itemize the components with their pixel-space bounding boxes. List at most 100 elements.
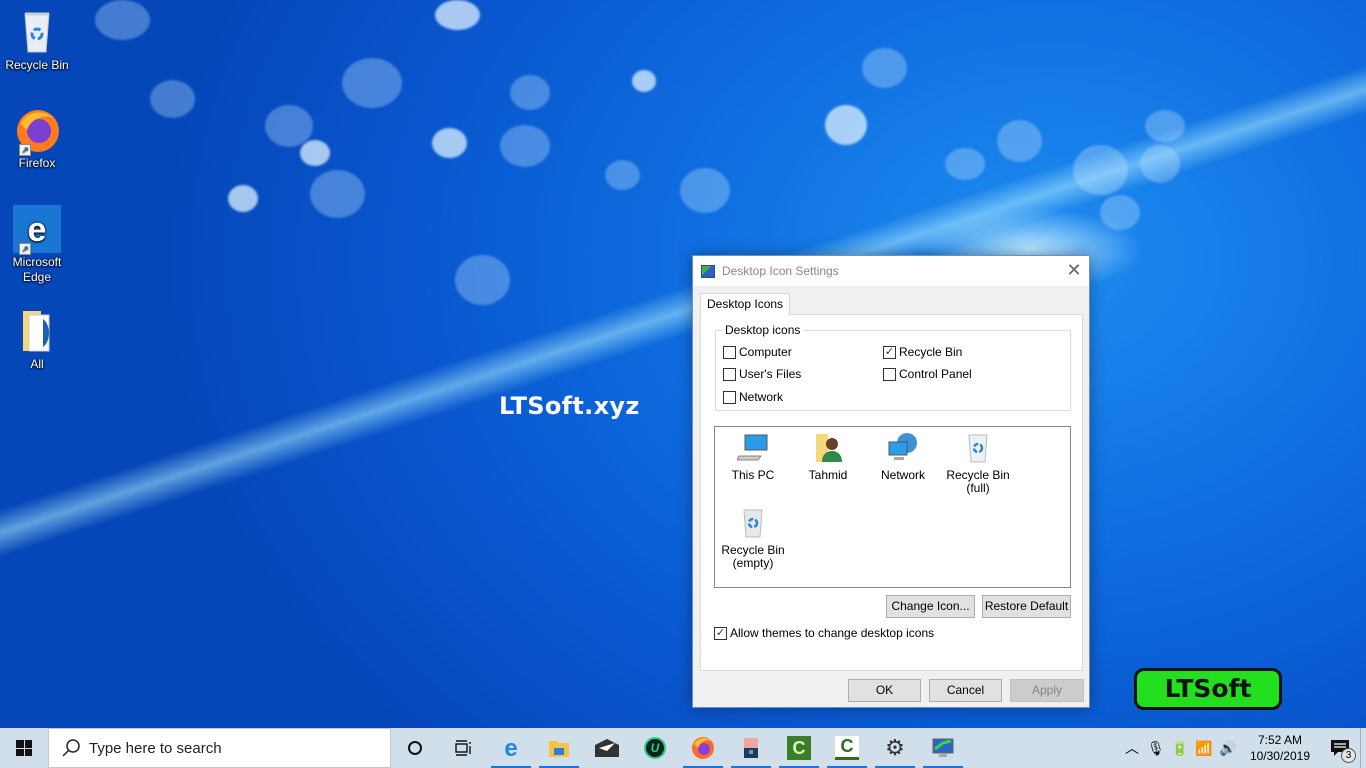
clock[interactable]: 7:52 AM 10/30/2019	[1240, 732, 1320, 764]
group-label: Desktop icons	[722, 323, 804, 337]
camtasia-editor-icon: C	[835, 736, 859, 760]
wallpaper-bokeh	[605, 160, 640, 190]
taskbar: Type here to search e U C C ⚙ ︿ 🎙 🔋 📶 🔊	[0, 728, 1366, 768]
cortana-button[interactable]	[391, 728, 439, 768]
taskbar-uninstaller[interactable]: U	[631, 728, 679, 768]
uninstaller-icon: U	[644, 737, 666, 759]
task-view-icon	[455, 740, 471, 756]
tab-panel: Desktop icons Computer User's Files Netw…	[700, 314, 1083, 671]
checkbox-box[interactable]	[723, 367, 736, 381]
character-app-icon	[744, 738, 758, 758]
battery-charging-icon[interactable]: 🔋	[1168, 740, 1192, 757]
taskbar-firefox[interactable]	[679, 728, 727, 768]
taskbar-settings[interactable]: ⚙	[871, 728, 919, 768]
taskbar-display-settings[interactable]	[919, 728, 967, 768]
checkbox-users-files[interactable]: User's Files	[723, 367, 801, 381]
search-box[interactable]: Type here to search	[48, 728, 391, 768]
checkbox-recycle-bin[interactable]: ✓ Recycle Bin	[883, 345, 962, 359]
clock-date: 10/30/2019	[1249, 749, 1310, 763]
list-item-label: Network	[880, 468, 925, 482]
system-tray: ︿ 🎙 🔋 📶 🔊 7:52 AM 10/30/2019 3	[1120, 728, 1366, 768]
wallpaper-bokeh	[680, 168, 730, 213]
desktop-icon-label: Microsoft Edge	[12, 255, 62, 284]
wallpaper-bokeh	[150, 80, 195, 118]
volume-icon[interactable]: 🔊	[1216, 740, 1240, 757]
start-button[interactable]	[0, 728, 48, 768]
ok-button[interactable]: OK	[848, 679, 921, 702]
list-item-tahmid[interactable]: Tahmid	[790, 432, 866, 482]
user-folder-icon	[812, 432, 844, 464]
microphone-icon[interactable]: 🎙	[1144, 740, 1168, 757]
dialog-title: Desktop Icon Settings	[722, 264, 839, 278]
firefox-icon: ↗	[13, 106, 61, 156]
list-item-this-pc[interactable]: This PC	[715, 432, 791, 482]
wallpaper-bokeh	[300, 140, 330, 166]
recycle-bin-full-icon	[962, 432, 994, 464]
checkbox-box[interactable]	[883, 367, 896, 381]
checkbox-label: Recycle Bin	[899, 345, 963, 359]
taskbar-mail[interactable]	[583, 728, 631, 768]
restore-default-button[interactable]: Restore Default	[982, 595, 1071, 618]
cancel-button[interactable]: Cancel	[929, 679, 1002, 702]
checkmark-icon[interactable]: ✓	[714, 626, 727, 640]
checkbox-box[interactable]	[723, 390, 736, 404]
desktop-icon-recycle-bin[interactable]: Recycle Bin	[4, 8, 70, 72]
cortana-circle-icon	[408, 741, 422, 755]
list-item-label: (empty)	[732, 556, 774, 570]
desktop-icon-label: All	[30, 357, 44, 371]
checkbox-label: Computer	[739, 345, 792, 359]
wallpaper-bokeh	[455, 255, 510, 305]
checkbox-control-panel[interactable]: Control Panel	[883, 367, 972, 381]
firefox-icon	[692, 737, 714, 759]
wallpaper-bokeh	[432, 128, 467, 158]
taskbar-camtasia[interactable]: C	[823, 728, 871, 768]
tab-desktop-icons[interactable]: Desktop Icons	[700, 293, 791, 315]
taskbar-character-app[interactable]	[727, 728, 775, 768]
change-icon-button[interactable]: Change Icon...	[886, 595, 975, 618]
mail-icon	[595, 739, 619, 757]
checkbox-allow-themes[interactable]: ✓ Allow themes to change desktop icons	[714, 626, 934, 640]
folder-icon	[13, 307, 61, 355]
wallpaper-bokeh	[862, 48, 907, 88]
wallpaper-bokeh	[265, 105, 313, 147]
desktop-icon-all-folder[interactable]: All	[4, 307, 70, 371]
list-item-network[interactable]: Network	[865, 432, 941, 482]
wallpaper-bokeh	[1100, 195, 1140, 230]
checkbox-box[interactable]	[723, 345, 736, 359]
taskbar-file-explorer[interactable]	[535, 728, 583, 768]
list-item-recycle-bin-empty[interactable]: Recycle Bin (empty)	[715, 507, 791, 570]
list-item-recycle-bin-full[interactable]: Recycle Bin (full)	[940, 432, 1016, 495]
desktop-icon-microsoft-edge[interactable]: e ↗ Microsoft Edge	[4, 205, 70, 285]
checkbox-label: User's Files	[739, 367, 802, 381]
shortcut-arrow-icon: ↗	[19, 243, 31, 255]
checkmark-icon[interactable]: ✓	[883, 345, 896, 359]
checkbox-network[interactable]: Network	[723, 390, 783, 404]
list-item-label: This PC	[731, 468, 775, 482]
show-desktop-button[interactable]	[1360, 728, 1366, 768]
task-view-button[interactable]	[439, 728, 487, 768]
desktop-icon-label: Firefox	[18, 156, 56, 170]
list-item-label: (full)	[966, 481, 990, 495]
desktop-icons-group: Desktop icons Computer User's Files Netw…	[715, 323, 1071, 411]
action-center-button[interactable]: 3	[1320, 728, 1360, 768]
wifi-icon[interactable]: 📶	[1192, 740, 1216, 757]
icon-list[interactable]: This PC Tahmid Network Recycle Bin (full…	[714, 426, 1071, 588]
close-button[interactable]: ✕	[1059, 256, 1089, 286]
wallpaper-bokeh	[500, 125, 550, 167]
wallpaper-bokeh	[997, 120, 1042, 162]
desktop-icon-firefox[interactable]: ↗ Firefox	[4, 106, 70, 170]
watermark-text: LTSoft.xyz	[499, 392, 640, 420]
wallpaper-bokeh	[342, 58, 402, 108]
show-hidden-icons-chevron-icon[interactable]: ︿	[1120, 738, 1144, 758]
taskbar-camtasia-recorder[interactable]: C	[775, 728, 823, 768]
apply-button[interactable]: Apply	[1010, 679, 1084, 702]
dialog-titlebar[interactable]: Desktop Icon Settings ✕	[693, 256, 1089, 286]
checkbox-computer[interactable]: Computer	[723, 345, 792, 359]
edge-icon: e	[504, 736, 517, 760]
wallpaper-bokeh	[945, 148, 985, 180]
edge-icon: e ↗	[13, 205, 61, 255]
checkbox-label: Allow themes to change desktop icons	[730, 626, 935, 640]
taskbar-edge[interactable]: e	[487, 728, 535, 768]
this-pc-icon	[736, 432, 769, 464]
wallpaper-bokeh	[1073, 145, 1128, 195]
